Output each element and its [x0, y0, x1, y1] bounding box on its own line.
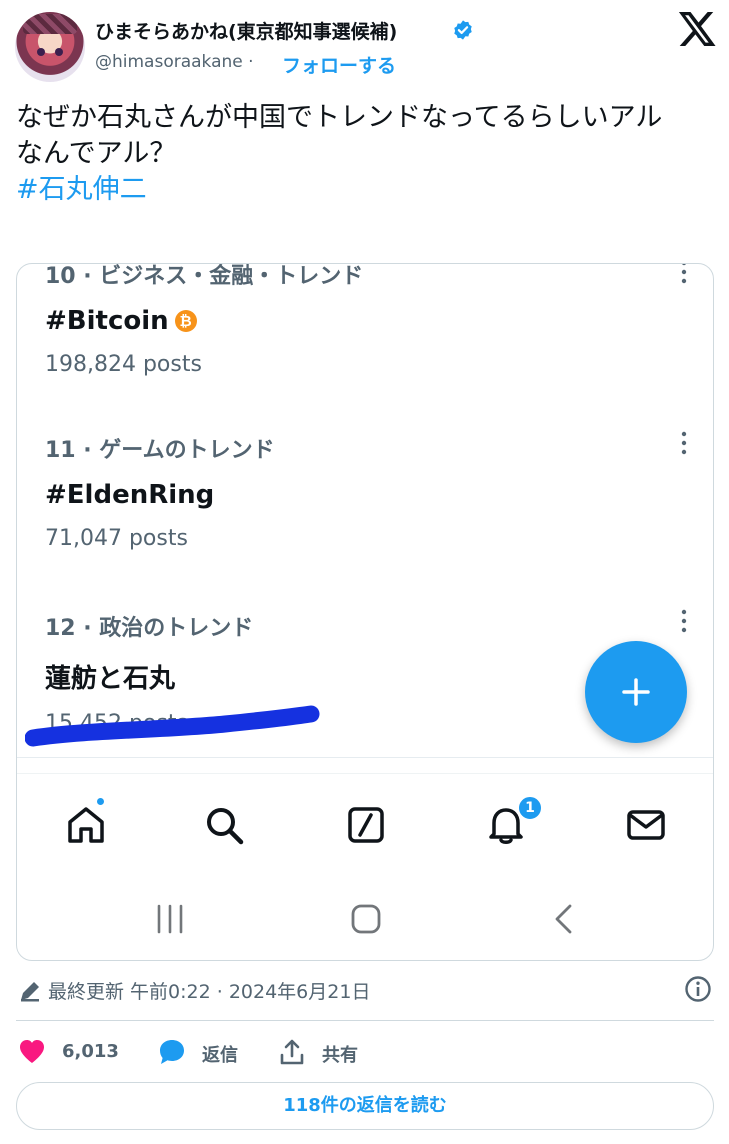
- like-count: 6,013: [62, 1041, 119, 1062]
- back-button-icon[interactable]: [551, 902, 575, 936]
- verified-badge-icon: [454, 20, 472, 40]
- trend-item[interactable]: 11 · ゲームのトレンド #EldenRing 71,047 posts: [45, 432, 685, 551]
- home-button-icon[interactable]: [349, 902, 383, 936]
- reply-label: 返信: [202, 1045, 238, 1066]
- divider: [17, 757, 713, 758]
- author-handle[interactable]: @himasoraakane ·: [95, 52, 254, 72]
- compose-fab[interactable]: [585, 641, 687, 743]
- trend-item[interactable]: 10 · ビジネス・金融・トレンド #Bitcoin ₿ 198,824 post…: [45, 264, 685, 377]
- heart-icon: [20, 1040, 44, 1063]
- avatar-eye: [37, 48, 45, 56]
- hashtag-link[interactable]: #石丸伸二: [16, 172, 716, 208]
- trend-meta: 12 · 政治のトレンド: [45, 616, 254, 641]
- highlight-scribble: [25, 705, 320, 747]
- reply-button[interactable]: 返信: [158, 1038, 258, 1068]
- share-label: 共有: [322, 1045, 358, 1066]
- follow-link[interactable]: フォローする: [282, 51, 396, 78]
- trend-name-text: #Bitcoin: [45, 306, 169, 336]
- read-replies-button[interactable]: 118件の返信を読む: [16, 1082, 714, 1130]
- trend-meta: 10 · ビジネス・金融・トレンド: [45, 264, 364, 289]
- handle-separator: ·: [248, 52, 254, 72]
- more-options-icon[interactable]: [681, 609, 687, 633]
- timestamp-row: 最終更新 午前0:22 · 2024年6月21日: [16, 975, 714, 1007]
- reply-bubble-icon: [160, 1040, 184, 1064]
- share-icon: [280, 1039, 304, 1065]
- timestamp[interactable]: 最終更新 午前0:22 · 2024年6月21日: [48, 977, 370, 1004]
- trend-name: #Bitcoin ₿: [45, 306, 685, 336]
- trend-count: 71,047 posts: [45, 526, 188, 551]
- more-options-icon[interactable]: [681, 431, 687, 455]
- bitcoin-icon: ₿: [174, 310, 197, 332]
- handle-text: @himasoraakane: [95, 52, 243, 72]
- tweet-header: ひまそらあかね(東京都知事選候補) @himasoraakane · フォローす…: [0, 0, 729, 90]
- divider: [16, 1020, 714, 1021]
- mail-icon[interactable]: [625, 804, 667, 846]
- avatar[interactable]: [15, 12, 85, 82]
- x-logo-icon[interactable]: [678, 12, 716, 46]
- divider: [17, 773, 713, 774]
- edit-pencil-icon: [21, 982, 39, 1002]
- grok-icon[interactable]: [345, 804, 387, 846]
- trend-count: 198,824 posts: [45, 352, 202, 377]
- tweet-text: なぜか石丸さんが中国でトレンドなってるらしいアル なんでアル？ #石丸伸二: [16, 100, 716, 208]
- tweet-line: なぜか石丸さんが中国でトレンドなってるらしいアル: [16, 102, 663, 133]
- trend-name: #EldenRing: [45, 480, 215, 510]
- new-posts-dot: [95, 796, 106, 807]
- attached-screenshot[interactable]: 10 · ビジネス・金融・トレンド #Bitcoin ₿ 198,824 post…: [16, 263, 714, 961]
- author-name[interactable]: ひまそらあかね(東京都知事選候補): [95, 17, 397, 44]
- avatar-eye: [55, 48, 63, 56]
- share-button[interactable]: 共有: [278, 1038, 378, 1068]
- info-icon[interactable]: [684, 975, 712, 1003]
- action-bar: 6,013 返信 共有: [16, 1032, 714, 1072]
- recent-apps-icon[interactable]: [155, 902, 185, 936]
- more-options-icon[interactable]: [681, 263, 687, 284]
- plus-icon: [622, 678, 650, 706]
- home-icon[interactable]: [65, 804, 107, 846]
- like-button[interactable]: 6,013: [18, 1038, 128, 1068]
- trend-meta: 11 · ゲームのトレンド: [45, 438, 275, 463]
- tweet-line: なんでアル？: [16, 138, 177, 169]
- avatar-hat: [23, 14, 77, 34]
- search-icon[interactable]: [203, 804, 245, 846]
- notification-badge: 1: [517, 795, 543, 821]
